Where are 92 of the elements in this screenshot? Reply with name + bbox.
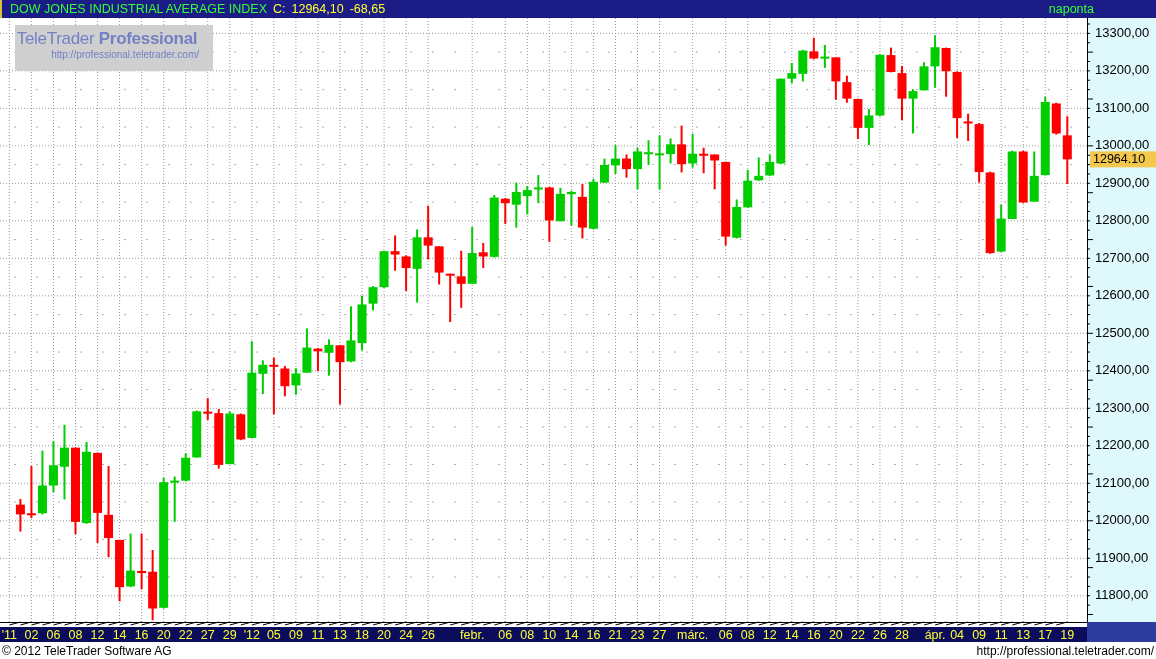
axis-label: 02 <box>24 628 39 642</box>
candlestick <box>622 153 631 179</box>
axis-label: 06 <box>498 628 513 642</box>
axis-label: 13100,00 <box>1095 99 1150 115</box>
axis-label: 08 <box>68 628 83 642</box>
axis-label: 26 <box>421 628 436 642</box>
axis-label: 16 <box>586 628 601 642</box>
axis-label: 06 <box>718 628 733 642</box>
axis-label: 13 <box>1016 628 1031 642</box>
logo-text: TeleTrader Professional <box>16 29 198 49</box>
axis-label: 22 <box>850 628 865 642</box>
candlestick <box>137 532 147 591</box>
axis-label: 18 <box>355 628 369 642</box>
axis-label: 20 <box>156 628 171 642</box>
axis-label: '12 <box>243 628 260 642</box>
axis-label: 19 <box>1060 628 1075 642</box>
candlestick <box>390 234 400 272</box>
axis-label: 05 <box>266 628 281 642</box>
axis-label: 14 <box>564 628 579 642</box>
axis-label: 08 <box>520 628 535 642</box>
last-price-tag: 12964.10 <box>1090 151 1156 168</box>
axis-label: 11 <box>994 628 1008 642</box>
candlestick <box>126 532 136 589</box>
axis-label: 23 <box>630 628 645 642</box>
axis-label: 13200,00 <box>1095 62 1150 78</box>
axis-label: 16 <box>134 628 149 642</box>
axis-label: 22 <box>178 628 193 642</box>
axis-label: 26 <box>873 628 887 642</box>
candlestick <box>809 36 819 61</box>
footer-url: http://professional.teletrader.com/ <box>976 643 1154 658</box>
axis-label: 12200,00 <box>1095 437 1150 453</box>
axis-label: 11900,00 <box>1095 549 1149 565</box>
axis-label: 20 <box>828 628 843 642</box>
candlestick <box>1018 149 1028 205</box>
axis-label: 12 <box>762 628 777 642</box>
axis-label: 12300,00 <box>1095 399 1150 415</box>
axis-label: 13 <box>333 628 347 642</box>
axis-label: 12700,00 <box>1095 249 1150 265</box>
axis-label: 12000,00 <box>1095 512 1150 528</box>
axis-label: 14 <box>784 628 799 642</box>
axis-label: 13300,00 <box>1095 24 1150 40</box>
axis-label: 12 <box>90 628 105 642</box>
axis-label: 17 <box>1038 628 1053 642</box>
axis-label: 06 <box>46 628 61 642</box>
logo-url: http://professional.teletrader.com/ <box>51 49 199 60</box>
price-change: -68,65 <box>349 2 386 16</box>
axis-label: 29 <box>222 628 237 642</box>
axis-label: 10 <box>542 628 557 642</box>
axis-label: 21 <box>608 628 623 642</box>
axis-label: 12900,00 <box>1095 174 1150 190</box>
axis-label: 14 <box>112 628 127 642</box>
axis-corner <box>1087 622 1156 642</box>
axis-label: 12100,00 <box>1095 474 1150 490</box>
axis-label: 09 <box>288 628 303 642</box>
candlestick <box>423 204 433 261</box>
copyright-text: © 2012 TeleTrader Software AG <box>2 643 172 658</box>
axis-label: 13000,00 <box>1095 137 1150 153</box>
last-close: 12964,10 <box>291 2 344 16</box>
axis-label: '11 <box>1 628 18 642</box>
axis-label: 12800,00 <box>1095 212 1150 228</box>
axis-label: márc. <box>677 628 709 642</box>
candlestick <box>456 249 466 309</box>
axis-label: 27 <box>652 628 667 642</box>
axis-label: 16 <box>806 628 821 642</box>
axis-label: 12500,00 <box>1095 324 1150 340</box>
axis-label: 20 <box>377 628 391 642</box>
candlestick <box>688 132 698 169</box>
candlestick <box>699 146 709 175</box>
axis-label: 12400,00 <box>1095 362 1150 378</box>
axis-label: 12600,00 <box>1095 287 1150 303</box>
candlestick <box>37 449 47 516</box>
chart-title: DOW JONES INDUSTRIAL AVERAGE INDEX <box>10 2 267 16</box>
candlestick <box>611 144 620 175</box>
axis-label: 11800,00 <box>1095 587 1149 603</box>
axis-label: 27 <box>200 628 215 642</box>
candlestick <box>48 440 58 494</box>
candlestick <box>346 305 356 364</box>
axis-label: febr. <box>460 628 485 642</box>
axis-label: 09 <box>972 628 987 642</box>
interval-label: naponta <box>1048 2 1094 16</box>
candlestick <box>1007 149 1017 220</box>
axis-label: ápr. <box>924 628 946 642</box>
axis-label: 28 <box>895 628 909 642</box>
axis-label: 08 <box>740 628 755 642</box>
candlestick <box>633 146 642 191</box>
quote-label: C: <box>273 2 286 16</box>
axis-label: 04 <box>950 628 965 642</box>
candlestick <box>445 272 455 324</box>
axis-label: 11 <box>311 628 325 642</box>
axis-label: 24 <box>399 628 414 642</box>
candlestick <box>434 244 444 286</box>
candlestick <box>941 46 951 98</box>
